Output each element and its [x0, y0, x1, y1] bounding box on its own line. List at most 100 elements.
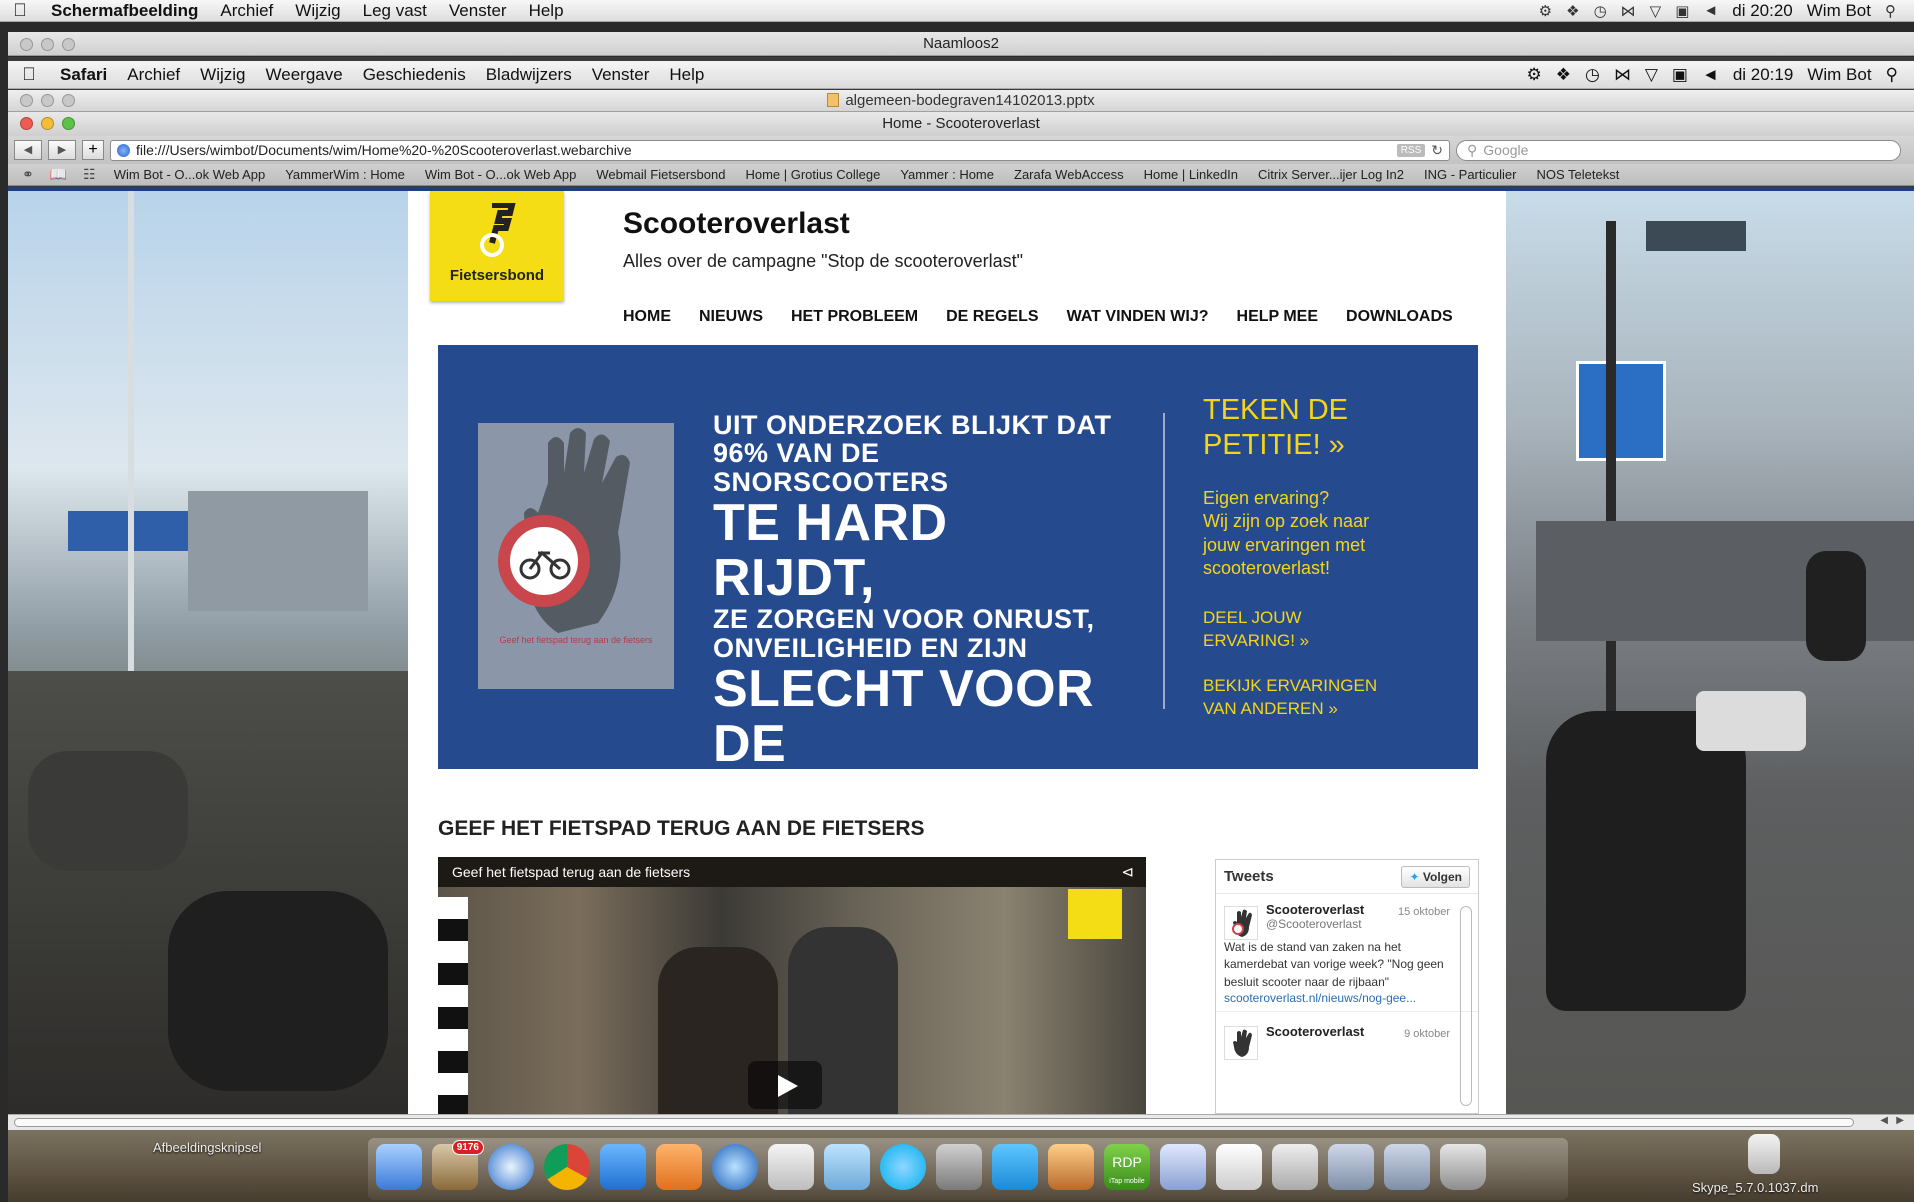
menu-safari[interactable]: Safari	[50, 65, 117, 85]
minimize-button[interactable]	[41, 38, 54, 51]
disk-image-icon[interactable]	[1748, 1134, 1780, 1174]
bluetooth-icon[interactable]: ⋈	[1614, 65, 1631, 85]
bookmark-item[interactable]: Home | LinkedIn	[1134, 167, 1248, 182]
menubar-clock[interactable]: di 20:19	[1733, 65, 1794, 85]
photo-booth-icon[interactable]	[1160, 1144, 1206, 1190]
reading-list-icon[interactable]: ⚭	[14, 166, 42, 183]
avatar[interactable]	[1224, 1026, 1258, 1061]
nav-downloads[interactable]: DOWNLOADS	[1346, 308, 1453, 326]
zip-archive-icon[interactable]	[1272, 1144, 1318, 1190]
tweet-handle[interactable]: @Scooteroverlast	[1266, 917, 1452, 931]
time-machine-icon[interactable]: ◷	[1594, 2, 1607, 20]
twitter-icon[interactable]	[992, 1144, 1038, 1190]
preview-icon[interactable]	[768, 1144, 814, 1190]
back-button[interactable]: ◀	[14, 140, 42, 160]
address-bar[interactable]: file:///Users/wimbot/Documents/wim/Home%…	[110, 139, 1450, 161]
volume-icon[interactable]: ◄	[1703, 2, 1718, 19]
bookmark-item[interactable]: Webmail Fietsersbond	[586, 167, 735, 182]
minimize-button[interactable]	[41, 94, 54, 107]
search-placeholder[interactable]: Google	[1483, 142, 1528, 158]
share-icon[interactable]: ⊲	[1121, 863, 1134, 881]
nav-home[interactable]: HOME	[623, 308, 671, 326]
bookmark-item[interactable]: Yammer : Home	[890, 167, 1004, 182]
video-player[interactable]: Geef het fietspad terug aan de fietsers …	[438, 857, 1146, 1114]
top-sites-icon[interactable]: ☷	[75, 166, 104, 183]
apple-icon[interactable]: 	[0, 0, 40, 21]
nav-het-probleem[interactable]: HET PROBLEEM	[791, 308, 918, 326]
menu-geschiedenis[interactable]: Geschiedenis	[353, 65, 476, 85]
desktop-item-label[interactable]: Skype_5.7.0.1037.dm	[1692, 1180, 1818, 1195]
menu-help[interactable]: Help	[518, 1, 575, 21]
bookmark-item[interactable]: Wim Bot - O...ok Web App	[415, 167, 586, 182]
bookmark-item[interactable]: NOS Teletekst	[1526, 167, 1629, 182]
mail-icon[interactable]: 9176	[432, 1140, 484, 1190]
close-button[interactable]	[20, 94, 33, 107]
video-title[interactable]: Geef het fietspad terug aan de fietsers	[438, 857, 1146, 887]
rdp-icon[interactable]: RDP iTap mobile	[1104, 1144, 1150, 1190]
scroll-left-icon[interactable]: ◀	[1880, 1115, 1888, 1126]
nav-de-regels[interactable]: DE REGELS	[946, 308, 1038, 326]
bookmark-item[interactable]: Home | Grotius College	[735, 167, 890, 182]
utility-icon[interactable]	[1216, 1144, 1262, 1190]
iphoto-icon[interactable]	[824, 1144, 870, 1190]
minimize-button[interactable]	[41, 117, 54, 130]
menu-wijzig[interactable]: Wijzig	[284, 1, 351, 21]
add-bookmark-button[interactable]: +	[82, 140, 104, 160]
share-experience-link[interactable]: DEEL JOUW ERVARING! »	[1203, 607, 1309, 653]
avatar[interactable]	[1224, 906, 1258, 940]
url-text[interactable]: file:///Users/wimbot/Documents/wim/Home%…	[136, 142, 632, 158]
zoom-button[interactable]	[62, 117, 75, 130]
display-icon[interactable]: ▣	[1675, 2, 1689, 20]
menu-venster[interactable]: Venster	[582, 65, 660, 85]
word-icon[interactable]	[600, 1144, 646, 1190]
reload-icon[interactable]: ↻	[1431, 142, 1443, 159]
menu-weergave[interactable]: Weergave	[256, 65, 353, 85]
tweet-date[interactable]: 15 oktober	[1398, 906, 1450, 918]
close-button[interactable]	[20, 117, 33, 130]
spotlight-icon[interactable]: ⚲	[1886, 65, 1898, 85]
extras-icon[interactable]: ⚙	[1527, 65, 1542, 85]
powerpoint-icon[interactable]	[656, 1144, 702, 1190]
forward-button[interactable]: ▶	[48, 140, 76, 160]
extras-icon[interactable]: ⚙	[1539, 2, 1552, 20]
display-icon[interactable]: ▣	[1672, 65, 1688, 85]
scroll-right-icon[interactable]: ▶	[1896, 1115, 1904, 1126]
search-field[interactable]: ⚲ Google	[1456, 139, 1901, 161]
trash-icon[interactable]	[1440, 1144, 1486, 1190]
bookmark-item[interactable]: Citrix Server...ijer Log In2	[1248, 167, 1414, 182]
menu-app-name[interactable]: Schermafbeelding	[40, 1, 209, 21]
zoom-button[interactable]	[62, 38, 75, 51]
fietsersbond-logo[interactable]: Fietsersbond	[430, 191, 564, 301]
skype-icon[interactable]	[880, 1144, 926, 1190]
bookmark-item[interactable]: ING - Particulier	[1414, 167, 1526, 182]
close-button[interactable]	[20, 38, 33, 51]
wifi-icon[interactable]: ▽	[1650, 2, 1662, 20]
safari-icon[interactable]	[488, 1144, 534, 1190]
menu-wijzig[interactable]: Wijzig	[190, 65, 255, 85]
volume-icon[interactable]: ◄	[1702, 65, 1719, 85]
menu-venster[interactable]: Venster	[438, 1, 518, 21]
menubar-user[interactable]: Wim Bot	[1807, 65, 1871, 85]
play-button[interactable]	[748, 1061, 822, 1109]
menubar-clock[interactable]: di 20:20	[1732, 1, 1793, 21]
tweet-link[interactable]: scooteroverlast.nl/nieuws/nog-gee...	[1224, 991, 1452, 1005]
wifi-icon[interactable]: ▽	[1645, 65, 1658, 85]
itunes-icon[interactable]	[712, 1144, 758, 1190]
bookmark-item[interactable]: Wim Bot - O...ok Web App	[104, 167, 275, 182]
menu-archief[interactable]: Archief	[209, 1, 284, 21]
nav-nieuws[interactable]: NIEUWS	[699, 308, 763, 326]
desktop-item-label[interactable]: Afbeeldingsknipsel	[153, 1140, 261, 1155]
petition-link[interactable]: TEKEN DE PETITIE! »	[1203, 393, 1348, 464]
nav-help-mee[interactable]: HELP MEE	[1237, 308, 1319, 326]
view-experiences-link[interactable]: BEKIJK ERVARINGEN VAN ANDEREN »	[1203, 675, 1377, 721]
menu-bladwijzers[interactable]: Bladwijzers	[476, 65, 582, 85]
scrollbar-thumb[interactable]	[14, 1118, 1854, 1127]
tweet-date[interactable]: 9 oktober	[1404, 1028, 1450, 1040]
system-preferences-icon[interactable]	[936, 1144, 982, 1190]
bluetooth-icon[interactable]: ⋈	[1621, 2, 1636, 20]
menu-archief[interactable]: Archief	[117, 65, 190, 85]
follow-button[interactable]: ✦ Volgen	[1401, 865, 1470, 888]
menubar-user[interactable]: Wim Bot	[1807, 1, 1871, 21]
dropbox-icon[interactable]: ❖	[1556, 65, 1571, 85]
tweets-scrollbar[interactable]	[1460, 906, 1472, 1106]
